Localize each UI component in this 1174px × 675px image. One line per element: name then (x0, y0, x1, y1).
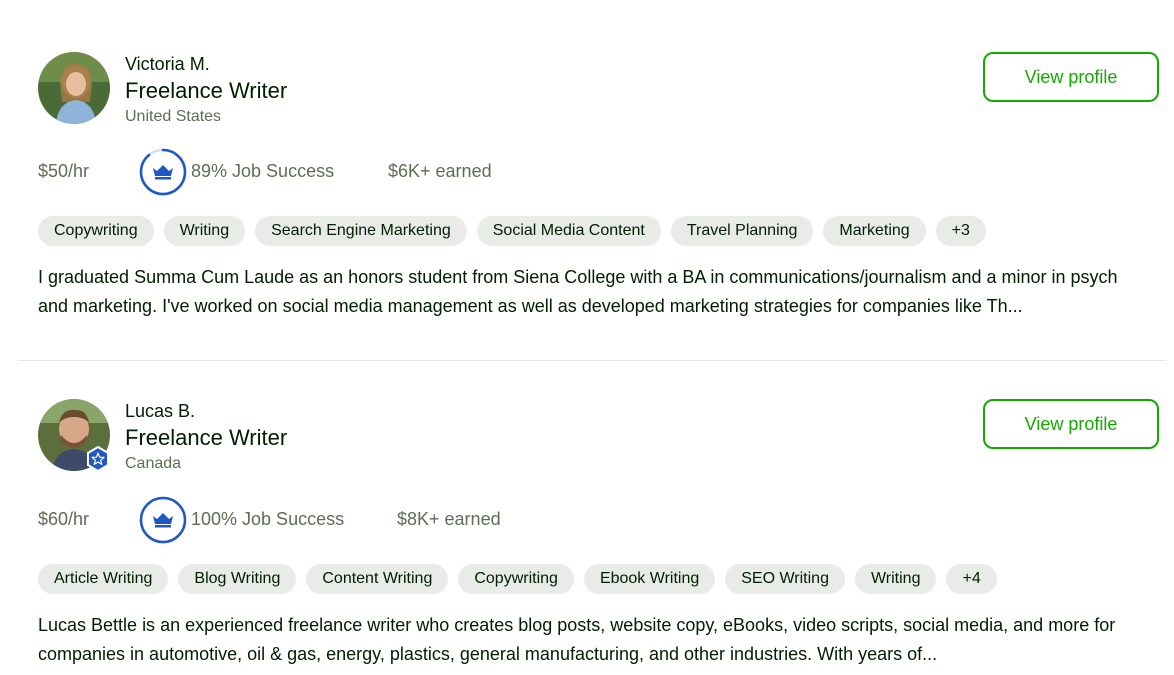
skill-chip[interactable]: Article Writing (38, 564, 169, 594)
job-success-label: 89% Job Success (191, 161, 335, 181)
freelancer-description: I graduated Summa Cum Laude as an honors… (38, 267, 1118, 316)
view-profile-button[interactable]: View profile (983, 399, 1159, 449)
job-success-label: 100% Job Success (191, 509, 345, 529)
skill-chip[interactable]: Marketing (823, 216, 926, 246)
crown-icon (153, 513, 173, 528)
freelancer-card[interactable]: Lucas B. Freelance Writer Canada View pr… (0, 361, 1174, 675)
freelancer-description: Lucas Bettle is an experienced freelance… (38, 615, 1116, 664)
total-earned: $8K+ earned (397, 509, 501, 529)
freelancer-name[interactable]: Lucas B. (125, 401, 195, 422)
skill-chip[interactable]: Travel Planning (670, 216, 814, 246)
job-success-ring (139, 148, 187, 196)
freelancer-location: Canada (125, 455, 182, 472)
skills-list: Article Writing Blog Writing Content Wri… (38, 564, 997, 594)
more-skills-chip[interactable]: +4 (946, 564, 997, 594)
skills-list: Copywriting Writing Search Engine Market… (38, 216, 986, 246)
skill-chip[interactable]: Writing (163, 216, 246, 246)
skill-chip[interactable]: Ebook Writing (583, 564, 716, 594)
skill-chip[interactable]: Copywriting (458, 564, 574, 594)
skill-chip[interactable]: Content Writing (306, 564, 449, 594)
freelancer-name[interactable]: Victoria M. (125, 54, 210, 75)
skill-chip[interactable]: Search Engine Marketing (255, 216, 467, 246)
skill-chip[interactable]: Social Media Content (476, 216, 661, 246)
hourly-rate: $60/hr (38, 509, 90, 529)
crown-icon (153, 165, 173, 180)
stats-row: $60/hr 100% Job Success $8K+ earned (38, 495, 738, 545)
total-earned: $6K+ earned (388, 161, 492, 181)
skill-chip[interactable]: Writing (854, 564, 937, 594)
star-badge-icon (87, 445, 109, 473)
freelancer-card[interactable]: Victoria M. Freelance Writer United Stat… (0, 0, 1174, 360)
avatar[interactable] (38, 52, 110, 124)
freelancer-title: Freelance Writer (125, 425, 288, 450)
job-success-ring (139, 496, 187, 544)
skill-chip[interactable]: Blog Writing (178, 564, 297, 594)
freelancer-location: United States (125, 108, 222, 125)
more-skills-chip[interactable]: +3 (935, 216, 986, 246)
freelancer-title: Freelance Writer (125, 78, 288, 103)
view-profile-button[interactable]: View profile (983, 52, 1159, 102)
stats-row: $50/hr 89% Job Success $6K+ earned (38, 147, 738, 197)
hourly-rate: $50/hr (38, 161, 90, 181)
skill-chip[interactable]: Copywriting (38, 216, 154, 246)
skill-chip[interactable]: SEO Writing (725, 564, 845, 594)
